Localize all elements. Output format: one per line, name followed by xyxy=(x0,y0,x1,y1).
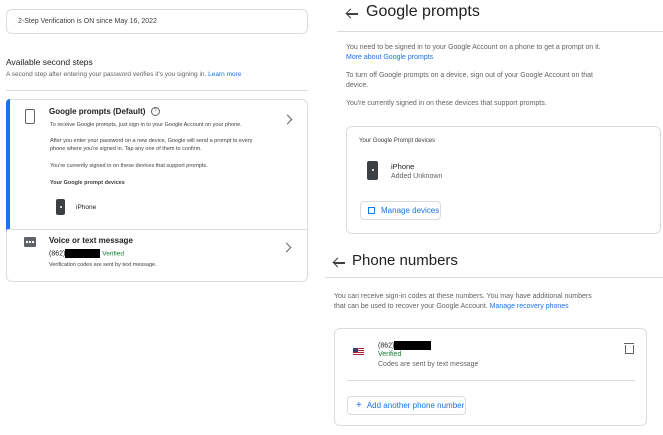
divider xyxy=(6,90,308,91)
phone-icon xyxy=(56,199,65,215)
phones-p1b: that can be used to recover your Google … xyxy=(334,303,569,310)
voice-verified: Verified xyxy=(102,250,124,258)
phone-numbers-heading: Phone numbers xyxy=(352,252,458,269)
card-divider xyxy=(347,380,635,381)
status-card: 2-Step Verification is ON since May 16, … xyxy=(6,9,308,34)
learn-more-link[interactable]: Learn more xyxy=(208,71,241,78)
prompts-p2a: To turn off Google prompts on a device, … xyxy=(346,72,593,79)
help-icon[interactable]: ? xyxy=(150,107,160,117)
redacted-number xyxy=(394,341,432,350)
add-phone-button[interactable]: + Add another phone number xyxy=(347,396,466,415)
voice-text-title: Voice or text message xyxy=(49,236,133,245)
message-icon-dots xyxy=(26,241,34,243)
back-arrow-icon[interactable] xyxy=(333,257,345,269)
device-name: iPhone xyxy=(391,162,415,171)
available-steps-desc-text: A second step after entering your passwo… xyxy=(6,71,207,78)
prompt-device-name: iPhone xyxy=(76,204,97,211)
heading-divider xyxy=(325,277,663,278)
voice-text-option[interactable]: Voice or text message (862) Verified Ver… xyxy=(7,230,307,282)
phone-number-row: (862) xyxy=(378,341,432,350)
phone-outline-icon xyxy=(25,109,35,124)
prompts-p1: You need to be signed in to your Google … xyxy=(346,44,601,51)
google-prompts-title: Google prompts (Default) ? xyxy=(49,107,160,117)
phone-camera-dot xyxy=(371,169,374,171)
chevron-right-icon xyxy=(281,242,292,253)
plus-icon: + xyxy=(356,399,362,411)
voice-number-prefix: (862) xyxy=(49,250,66,258)
trash-icon[interactable] xyxy=(624,343,634,354)
second-steps-card: Google prompts (Default) ? To receive Go… xyxy=(6,99,308,282)
redacted-number xyxy=(65,249,101,258)
phone-icon xyxy=(367,161,378,180)
external-link-icon xyxy=(368,207,375,214)
codes-desc: Codes are sent by text message xyxy=(378,361,479,368)
google-prompts-title-text: Google prompts (Default) xyxy=(49,107,146,116)
google-prompts-line2a: After you enter your password on a new d… xyxy=(50,138,253,144)
phones-p1b-text: that can be used to recover your Google … xyxy=(334,303,488,310)
google-prompts-heading: Google prompts xyxy=(366,3,480,20)
google-prompts-line2b: phone where you're signed in. Tap any on… xyxy=(50,146,202,152)
prompt-devices-label: Your Google prompt devices xyxy=(50,180,125,186)
us-flag-icon xyxy=(353,348,364,355)
manage-devices-label: Manage devices xyxy=(381,206,440,215)
phone-camera-dot xyxy=(59,206,62,208)
voice-number-row: (862) Verified xyxy=(49,249,124,258)
phones-p1a: You can receive sign-in codes at these n… xyxy=(334,293,592,300)
add-phone-label: Add another phone number xyxy=(366,401,465,410)
phone-verified: Verified xyxy=(378,351,402,358)
prompt-devices-label: Your Google Prompt devices xyxy=(359,138,436,144)
phone-numbers-card: (862) Verified Codes are sent by text me… xyxy=(334,328,647,426)
available-steps-desc: A second step after entering your passwo… xyxy=(6,71,241,78)
status-text: 2-Step Verification is ON since May 16, … xyxy=(18,18,157,25)
trash-lid xyxy=(624,343,634,345)
chevron-right-icon xyxy=(282,114,293,125)
back-arrow-icon[interactable] xyxy=(346,8,358,20)
prompts-p2b: device. xyxy=(346,82,369,89)
prompts-p3: You're currently signed in on these devi… xyxy=(346,100,547,107)
voice-desc: Verification codes are sent by text mess… xyxy=(49,262,157,268)
device-added: Added Unknown xyxy=(391,173,443,180)
us-flag-canton xyxy=(353,348,358,352)
prompt-devices-card: Your Google Prompt devices iPhone Added … xyxy=(346,126,661,234)
manage-recovery-phones-link[interactable]: Manage recovery phones xyxy=(490,303,569,310)
google-prompts-option[interactable]: Google prompts (Default) ? To receive Go… xyxy=(10,100,307,229)
more-about-prompts-link[interactable]: More about Google prompts xyxy=(346,54,433,61)
heading-divider xyxy=(337,31,663,32)
manage-devices-button[interactable]: Manage devices xyxy=(360,201,441,220)
message-icon xyxy=(24,237,36,247)
google-prompts-line1: To receive Google prompts, just sign in … xyxy=(50,122,242,128)
google-prompts-line3: You're currently signed in on these devi… xyxy=(50,163,208,169)
phone-number-prefix: (862) xyxy=(378,342,395,350)
available-steps-title: Available second steps xyxy=(6,57,93,67)
